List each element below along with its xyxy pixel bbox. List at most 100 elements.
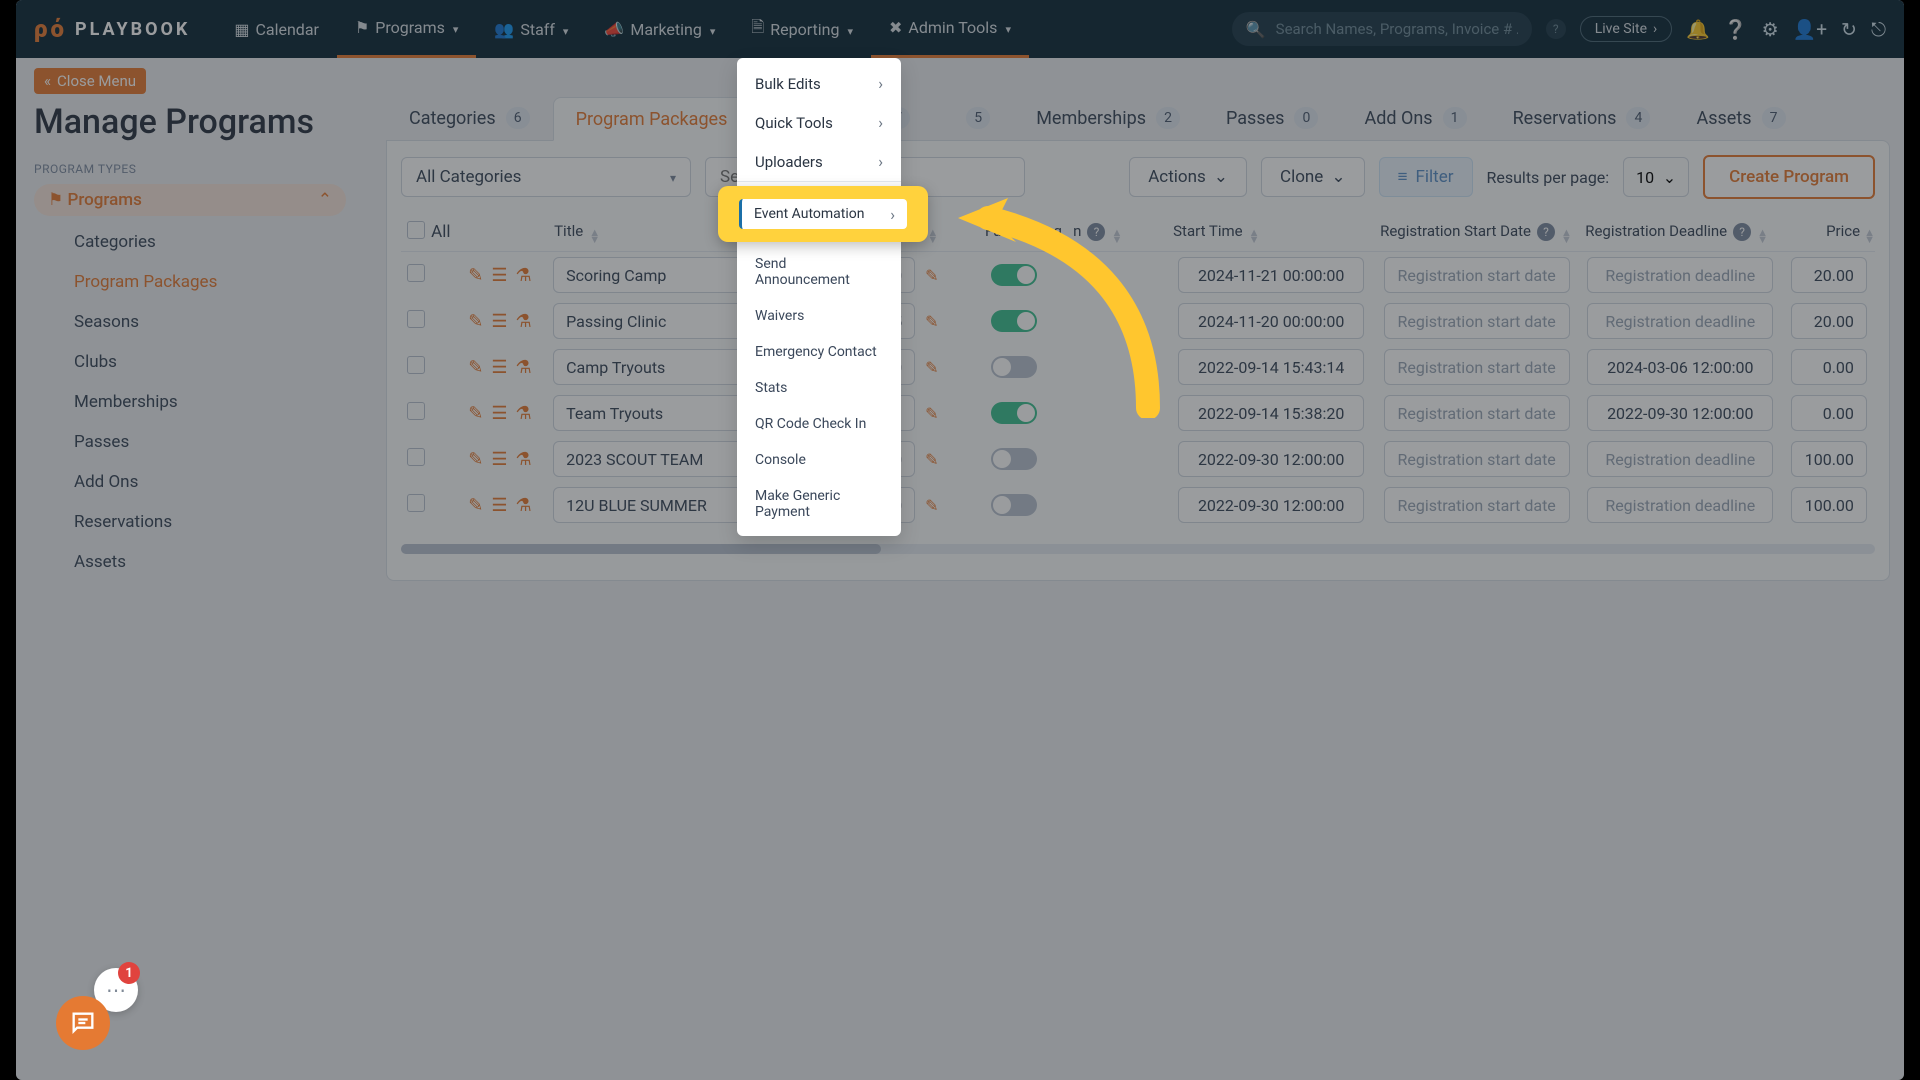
flask-icon[interactable]: ⚗: [515, 357, 531, 378]
flask-icon[interactable]: ⚗: [515, 449, 531, 470]
nav-marketing[interactable]: 📣 Marketing: [586, 0, 733, 58]
edit-sessions-icon[interactable]: ✎: [925, 450, 938, 469]
sidebar-item-add-ons[interactable]: Add Ons: [56, 462, 366, 502]
row-reg-start[interactable]: Registration start date: [1384, 487, 1570, 523]
flask-icon[interactable]: ⚗: [515, 265, 531, 286]
nav-reporting[interactable]: 🗎 Reporting: [733, 0, 871, 58]
col-price[interactable]: Price: [1826, 222, 1860, 240]
edit-sessions-icon[interactable]: ✎: [925, 404, 938, 423]
sidebar-item-passes[interactable]: Passes: [56, 422, 366, 462]
row-start-time[interactable]: 2024-11-21 00:00:00: [1178, 257, 1364, 293]
add-user-icon[interactable]: 👤+: [1793, 18, 1827, 41]
row-checkbox[interactable]: [407, 356, 425, 374]
close-menu-button[interactable]: « Close Menu: [34, 68, 146, 94]
nav-calendar[interactable]: ▦ Calendar: [216, 0, 337, 58]
edit-sessions-icon[interactable]: ✎: [925, 312, 938, 331]
flask-icon[interactable]: ⚗: [515, 311, 531, 332]
edit-icon[interactable]: ✎: [468, 265, 483, 286]
row-price[interactable]: 100.00: [1791, 487, 1867, 523]
row-price[interactable]: 20.00: [1791, 257, 1867, 293]
row-reg-deadline[interactable]: 2024-03-06 12:00:00: [1587, 349, 1773, 385]
col-reg-deadline[interactable]: Registration Deadline: [1585, 222, 1727, 240]
col-start-time[interactable]: Start Time: [1173, 222, 1242, 240]
row-reg-deadline[interactable]: Registration deadline: [1587, 487, 1773, 523]
row-start-time[interactable]: 2022-09-14 15:43:14: [1178, 349, 1364, 385]
row-start-time[interactable]: 2024-11-20 00:00:00: [1178, 303, 1364, 339]
menu-make-generic-payment[interactable]: Make Generic Payment: [737, 478, 901, 530]
tab-reservations[interactable]: Reservations4: [1490, 96, 1674, 140]
row-reg-start[interactable]: Registration start date: [1384, 441, 1570, 477]
create-program-button[interactable]: Create Program: [1703, 155, 1875, 199]
full-package-toggle[interactable]: [991, 494, 1037, 516]
edit-icon[interactable]: ✎: [468, 357, 483, 378]
chat-widget[interactable]: 1: [56, 980, 126, 1050]
global-search-input[interactable]: [1276, 20, 1518, 38]
global-search[interactable]: 🔍: [1232, 12, 1532, 46]
help-icon[interactable]: ❔: [1724, 18, 1748, 41]
edit-icon[interactable]: ✎: [468, 311, 483, 332]
full-package-toggle[interactable]: [991, 448, 1037, 470]
row-reg-start[interactable]: Registration start date: [1384, 303, 1570, 339]
edit-sessions-icon[interactable]: ✎: [925, 358, 938, 377]
horizontal-scrollbar[interactable]: [401, 544, 1875, 554]
tab-categories[interactable]: Categories6: [386, 96, 553, 140]
row-start-time[interactable]: 2022-09-30 12:00:00: [1178, 487, 1364, 523]
logout-icon[interactable]: ⎋: [1871, 18, 1886, 41]
category-select[interactable]: All Categories: [401, 157, 691, 197]
nav-admin-tools[interactable]: ✖ Admin Tools: [871, 0, 1029, 58]
menu-emergency-contact[interactable]: Emergency Contact: [737, 334, 901, 370]
row-checkbox[interactable]: [407, 310, 425, 328]
row-price[interactable]: 100.00: [1791, 441, 1867, 477]
menu-uploaders[interactable]: Uploaders: [737, 142, 901, 181]
menu-send-announcement[interactable]: Send Announcement: [737, 246, 901, 298]
list-icon[interactable]: ☰: [491, 311, 507, 332]
list-icon[interactable]: ☰: [491, 403, 507, 424]
menu-waivers[interactable]: Waivers: [737, 298, 901, 334]
help-badge[interactable]: ?: [1546, 19, 1566, 39]
menu-quick-tools[interactable]: Quick Tools: [737, 103, 901, 142]
tab-memberships[interactable]: Memberships2: [1013, 96, 1203, 140]
row-price[interactable]: 0.00: [1791, 349, 1867, 385]
filter-button[interactable]: ≡Filter: [1379, 157, 1473, 197]
sidebar-item-assets[interactable]: Assets: [56, 542, 366, 582]
col-title[interactable]: Title: [554, 222, 583, 240]
row-checkbox[interactable]: [407, 494, 425, 512]
nav-staff[interactable]: 👥 Staff: [476, 0, 586, 58]
menu-stats[interactable]: Stats: [737, 370, 901, 406]
row-checkbox[interactable]: [407, 264, 425, 282]
menu-qr-code-check-in[interactable]: QR Code Check In: [737, 406, 901, 442]
sidebar-root-programs[interactable]: ⚑ Programs ⌃: [34, 184, 346, 216]
row-start-time[interactable]: 2022-09-14 15:38:20: [1178, 395, 1364, 431]
row-reg-deadline[interactable]: Registration deadline: [1587, 441, 1773, 477]
row-reg-start[interactable]: Registration start date: [1384, 349, 1570, 385]
rpp-select[interactable]: 10⌄: [1623, 157, 1689, 197]
flask-icon[interactable]: ⚗: [515, 403, 531, 424]
edit-icon[interactable]: ✎: [468, 449, 483, 470]
sidebar-item-categories[interactable]: Categories: [56, 222, 366, 262]
actions-button[interactable]: Actions⌄: [1129, 157, 1247, 197]
history-icon[interactable]: ↻: [1841, 18, 1857, 41]
clone-button[interactable]: Clone⌄: [1261, 157, 1365, 197]
chat-bubble-icon[interactable]: [56, 996, 110, 1050]
tab-assets[interactable]: Assets7: [1673, 96, 1808, 140]
live-site-button[interactable]: Live Site›: [1580, 16, 1672, 42]
row-reg-deadline[interactable]: 2022-09-30 12:00:00: [1587, 395, 1773, 431]
settings-icon[interactable]: ⚙: [1762, 18, 1779, 41]
sidebar-item-reservations[interactable]: Reservations: [56, 502, 366, 542]
row-start-time[interactable]: 2022-09-30 12:00:00: [1178, 441, 1364, 477]
list-icon[interactable]: ☰: [491, 357, 507, 378]
flask-icon[interactable]: ⚗: [515, 495, 531, 516]
menu-bulk-edits[interactable]: Bulk Edits: [737, 64, 901, 103]
notifications-icon[interactable]: 🔔: [1686, 18, 1710, 41]
col-reg-start[interactable]: Registration Start Date: [1380, 222, 1531, 240]
edit-icon[interactable]: ✎: [468, 403, 483, 424]
edit-sessions-icon[interactable]: ✎: [925, 266, 938, 285]
list-icon[interactable]: ☰: [491, 495, 507, 516]
row-checkbox[interactable]: [407, 402, 425, 420]
menu-console[interactable]: Console: [737, 442, 901, 478]
nav-programs[interactable]: ⚑ Programs: [337, 0, 476, 58]
row-reg-deadline[interactable]: Registration deadline: [1587, 303, 1773, 339]
regdead-help-icon[interactable]: ?: [1733, 223, 1751, 241]
list-icon[interactable]: ☰: [491, 265, 507, 286]
list-icon[interactable]: ☰: [491, 449, 507, 470]
